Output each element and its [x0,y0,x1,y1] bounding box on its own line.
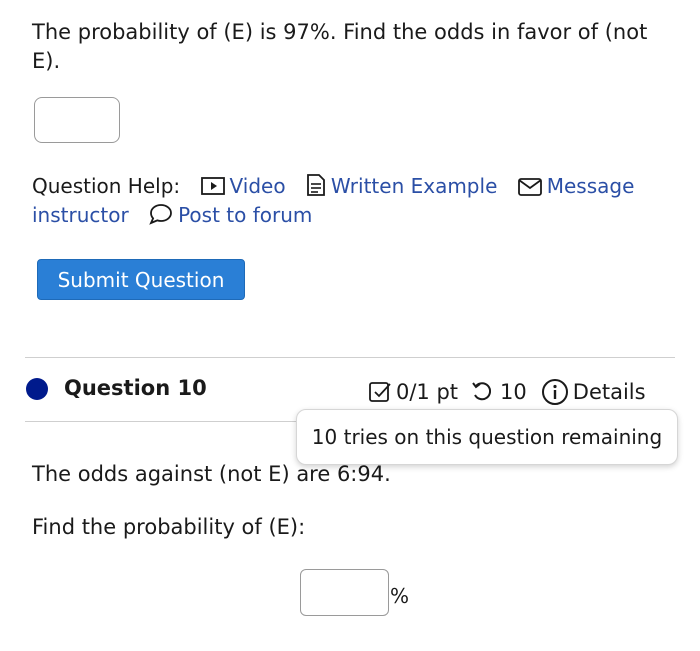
question-help: Question Help: Video Written Example Mes… [32,172,672,230]
written-example-link[interactable]: Written Example [306,174,497,198]
chat-bubble-icon [149,204,172,225]
details[interactable]: Details [541,378,646,406]
probability-input[interactable] [300,569,389,616]
question-meta: 0/1 pt 10 Details [368,378,646,406]
post-to-forum-label: Post to forum [178,203,313,227]
question-text: The odds against (not E) are 6:94. [32,462,391,486]
submit-question-button[interactable]: Submit Question [37,259,245,300]
written-example-label: Written Example [330,174,498,198]
tries-count: 10 [500,380,527,404]
video-link[interactable]: Video [200,174,286,198]
document-icon [307,174,325,196]
score-value: 0/1 pt [396,380,459,404]
post-to-forum-link[interactable]: Post to forum [149,203,312,227]
question-text: The probability of (E) is 97%. Find the … [32,20,648,73]
divider [25,357,675,358]
question-title: Question 10 [64,376,207,400]
status-dot [26,378,48,400]
answer-input[interactable] [34,97,120,143]
video-icon [200,177,225,195]
score: 0/1 pt [368,380,458,404]
retry-icon [472,382,492,401]
details-label: Details [572,380,646,404]
question-help-label: Question Help: [32,174,181,198]
percent-unit: % [390,584,410,608]
question-prompt: Find the probability of (E): [32,515,306,539]
tries[interactable]: 10 [470,380,527,404]
mail-icon [517,178,542,196]
checkbox-icon [369,382,391,402]
video-link-label: Video [229,174,286,198]
tries-tooltip: 10 tries on this question remaining [296,409,678,465]
info-icon [541,379,568,405]
